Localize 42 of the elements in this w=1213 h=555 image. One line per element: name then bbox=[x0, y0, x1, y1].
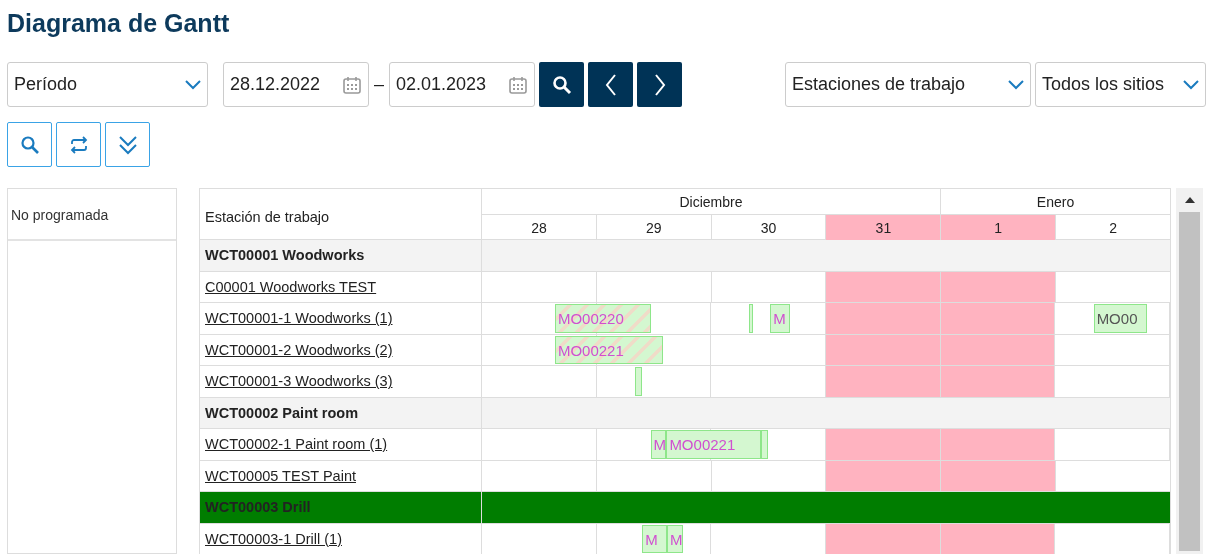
search-icon bbox=[19, 134, 40, 155]
day-header: 31 bbox=[826, 215, 942, 241]
next-button[interactable] bbox=[637, 62, 682, 107]
day-header: 2 bbox=[1108, 219, 1118, 238]
expand-button[interactable] bbox=[105, 122, 150, 167]
calendar-icon bbox=[508, 74, 528, 95]
station-link[interactable]: WCT00001-3 Woodworks (3) bbox=[205, 373, 393, 390]
station-link[interactable]: WCT00003-1 Drill (1) bbox=[205, 530, 342, 547]
group-row-label[interactable]: WCT00002 Paint room bbox=[200, 397, 482, 428]
calendar-icon bbox=[342, 74, 362, 95]
order-bar[interactable]: MO00 bbox=[1093, 304, 1147, 333]
scrollbar[interactable] bbox=[1176, 188, 1203, 554]
date-field[interactable]: 28.12.2022 bbox=[223, 62, 369, 107]
station-link[interactable]: C00001 Woodworks TEST bbox=[205, 278, 377, 295]
station-link[interactable]: WCT00005 TEST Paint bbox=[205, 467, 356, 484]
view-dropdown[interactable]: Estaciones de trabajo bbox=[785, 62, 1031, 107]
month-header: Diciembre bbox=[482, 189, 941, 214]
period-dropdown[interactable]: Período bbox=[7, 62, 208, 107]
group-row-label[interactable]: WCT00001 Woodworks bbox=[200, 240, 482, 271]
refresh-button[interactable] bbox=[56, 122, 101, 167]
chevron-right-icon bbox=[653, 73, 666, 96]
station-link[interactable]: WCT00001-1 Woodworks (1) bbox=[205, 310, 393, 327]
chevron-down-icon bbox=[1008, 79, 1024, 90]
scroll-thumb[interactable] bbox=[1179, 212, 1200, 551]
search-icon bbox=[551, 74, 572, 95]
station-link[interactable]: WCT00002-1 Paint room (1) bbox=[205, 436, 388, 453]
chevron-down-icon bbox=[1183, 79, 1199, 90]
column-header: Estación de trabajo bbox=[200, 189, 482, 239]
chevron-down-icon bbox=[185, 79, 201, 90]
double-chevron-down-icon bbox=[117, 133, 138, 156]
date-separator: – bbox=[373, 74, 385, 95]
panel-header: No programada bbox=[8, 189, 176, 241]
chevron-left-icon bbox=[604, 73, 617, 96]
page-title: Diagrama de Gantt bbox=[7, 8, 231, 39]
station-link[interactable]: WCT00001-2 Woodworks (2) bbox=[205, 341, 393, 358]
date-field[interactable]: 02.01.2023 bbox=[389, 62, 535, 107]
previous-button[interactable] bbox=[588, 62, 633, 107]
search-button[interactable] bbox=[539, 62, 584, 107]
day-header: 1 bbox=[941, 215, 1057, 241]
scroll-up-icon[interactable] bbox=[1184, 197, 1195, 203]
sites-dropdown[interactable]: Todos los sitios bbox=[1035, 62, 1206, 107]
month-header: Enero bbox=[1035, 193, 1076, 212]
